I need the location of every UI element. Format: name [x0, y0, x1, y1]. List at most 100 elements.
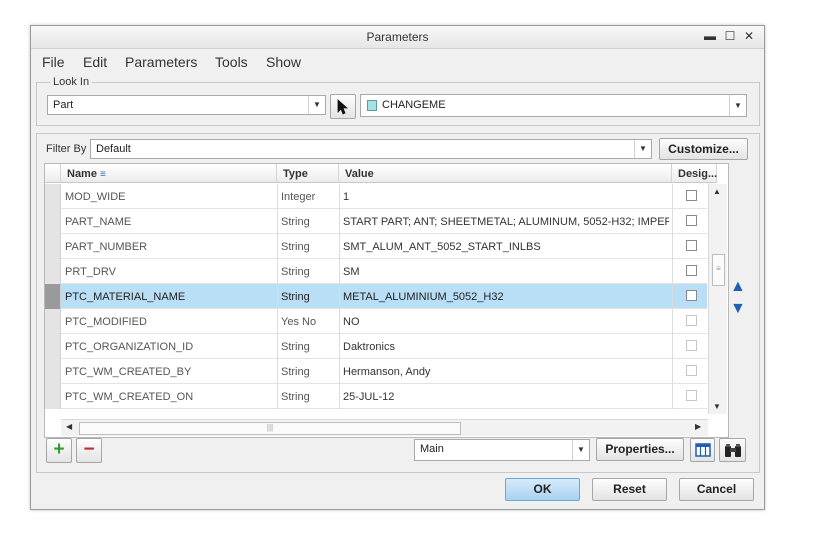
menu-file[interactable]: File: [42, 54, 65, 70]
scroll-thumb[interactable]: ≡: [712, 254, 725, 286]
cell-value[interactable]: 1: [343, 191, 669, 203]
cell-name[interactable]: PART_NUMBER: [65, 241, 273, 253]
reset-button[interactable]: Reset: [592, 478, 667, 501]
cell-divider: [277, 209, 278, 234]
scroll-down-icon[interactable]: ▼: [713, 402, 721, 411]
cell-value[interactable]: SMT_ALUM_ANT_5052_START_INLBS: [343, 241, 669, 253]
title-bar[interactable]: Parameters ▬ ☐ ✕: [31, 26, 764, 49]
cell-type[interactable]: Yes No: [281, 316, 337, 328]
table-row[interactable]: PTC_MATERIAL_NAME String METAL_ALUMINIUM_5…: [45, 284, 707, 309]
menu-edit[interactable]: Edit: [83, 54, 107, 70]
row-header[interactable]: [45, 309, 61, 334]
cell-name[interactable]: PTC_MATERIAL_NAME: [65, 291, 273, 303]
designate-checkbox: [686, 365, 697, 376]
column-header-designate[interactable]: Desig...: [672, 164, 717, 183]
row-header[interactable]: [45, 184, 61, 209]
table-row[interactable]: PRT_DRV String SM: [45, 259, 707, 284]
ok-button[interactable]: OK: [505, 478, 580, 501]
close-button[interactable]: ✕: [742, 29, 756, 43]
table-row[interactable]: PART_NAME String START PART; ANT; SHEETMET…: [45, 209, 707, 234]
cell-type[interactable]: String: [281, 391, 337, 403]
cell-name[interactable]: PART_NAME: [65, 216, 273, 228]
row-header[interactable]: [45, 284, 61, 309]
table-row[interactable]: PTC_WM_CREATED_ON String 25-JUL-12: [45, 384, 707, 409]
scroll-right-icon[interactable]: ▶: [695, 422, 701, 431]
cell-type[interactable]: String: [281, 291, 337, 303]
designate-checkbox[interactable]: [686, 190, 697, 201]
chevron-down-icon: ▼: [634, 140, 651, 158]
minimize-button[interactable]: ▬: [703, 29, 717, 43]
filter-by-label: Filter By: [46, 143, 87, 155]
designate-checkbox: [686, 340, 697, 351]
designate-checkbox[interactable]: [686, 290, 697, 301]
filter-combo[interactable]: Default ▼: [90, 139, 652, 159]
scroll-up-icon[interactable]: ▲: [713, 187, 721, 196]
row-header[interactable]: [45, 234, 61, 259]
cancel-button[interactable]: Cancel: [679, 478, 754, 501]
add-parameter-button[interactable]: +: [46, 438, 72, 463]
look-in-type-combo[interactable]: Part ▼: [47, 95, 326, 115]
cell-type[interactable]: String: [281, 341, 337, 353]
horizontal-scrollbar[interactable]: ◀ ||| ▶: [61, 419, 708, 436]
cell-value[interactable]: Hermanson, Andy: [343, 366, 669, 378]
column-header-name[interactable]: Name ≡: [61, 164, 277, 183]
row-header[interactable]: [45, 259, 61, 284]
cell-name[interactable]: PTC_ORGANIZATION_ID: [65, 341, 273, 353]
row-header[interactable]: [45, 334, 61, 359]
cell-divider: [339, 209, 340, 234]
look-in-legend: Look In: [50, 76, 93, 88]
cell-value[interactable]: METAL_ALUMINIUM_5052_H32: [343, 291, 669, 303]
select-pointer-button[interactable]: [330, 94, 356, 119]
row-header[interactable]: [45, 209, 61, 234]
scroll-left-icon[interactable]: ◀: [66, 422, 72, 431]
look-in-object-combo[interactable]: CHANGEME ▼: [360, 94, 747, 117]
cell-divider: [277, 284, 278, 309]
menu-tools[interactable]: Tools: [215, 54, 248, 70]
column-header-value[interactable]: Value: [339, 164, 672, 183]
designate-checkbox[interactable]: [686, 240, 697, 251]
find-button[interactable]: [719, 438, 746, 462]
table-row[interactable]: PTC_WM_CREATED_BY String Hermanson, Andy: [45, 359, 707, 384]
cell-type[interactable]: String: [281, 241, 337, 253]
cell-name[interactable]: PTC_WM_CREATED_BY: [65, 366, 273, 378]
cell-name[interactable]: MOD_WIDE: [65, 191, 273, 203]
menu-show[interactable]: Show: [266, 54, 301, 70]
cell-type[interactable]: String: [281, 366, 337, 378]
header-corner: [45, 164, 61, 183]
cell-name[interactable]: PTC_MODIFIED: [65, 316, 273, 328]
scroll-thumb-horizontal[interactable]: |||: [79, 422, 461, 435]
cell-value[interactable]: START PART; ANT; SHEETMETAL; ALUMINUM, 5…: [343, 216, 669, 228]
properties-button[interactable]: Properties...: [596, 438, 684, 461]
cell-name[interactable]: PTC_WM_CREATED_ON: [65, 391, 273, 403]
table-row[interactable]: PART_NUMBER String SMT_ALUM_ANT_5052_START…: [45, 234, 707, 259]
maximize-button[interactable]: ☐: [723, 29, 737, 43]
customize-button[interactable]: Customize...: [659, 138, 748, 160]
table-row[interactable]: PTC_ORGANIZATION_ID String Daktronics: [45, 334, 707, 359]
designate-checkbox[interactable]: [686, 215, 697, 226]
designate-checkbox[interactable]: [686, 265, 697, 276]
cell-name[interactable]: PRT_DRV: [65, 266, 273, 278]
cell-value[interactable]: NO: [343, 316, 669, 328]
parameters-table: Name ≡ Type Value Desig... MOD_WIDE Integ…: [44, 163, 729, 438]
cell-type[interactable]: Integer: [281, 191, 337, 203]
vertical-scrollbar[interactable]: ▲ ≡ ▼: [708, 184, 727, 414]
cell-value[interactable]: SM: [343, 266, 669, 278]
scope-combo[interactable]: Main ▼: [414, 439, 590, 461]
table-columns-button[interactable]: [690, 438, 715, 462]
table-row[interactable]: PTC_MODIFIED Yes No NO: [45, 309, 707, 334]
move-up-arrow-icon[interactable]: ▲: [730, 278, 746, 296]
column-header-type[interactable]: Type: [277, 164, 339, 183]
move-down-arrow-icon[interactable]: ▼: [730, 300, 746, 318]
menu-parameters[interactable]: Parameters: [125, 54, 197, 70]
cell-type[interactable]: String: [281, 216, 337, 228]
table-row[interactable]: MOD_WIDE Integer 1: [45, 184, 707, 209]
chevron-down-icon: ▼: [308, 96, 325, 114]
cell-type[interactable]: String: [281, 266, 337, 278]
row-header[interactable]: [45, 359, 61, 384]
cell-divider: [672, 359, 673, 384]
row-header[interactable]: [45, 384, 61, 409]
remove-parameter-button[interactable]: −: [76, 438, 102, 463]
cell-value[interactable]: 25-JUL-12: [343, 391, 669, 403]
cell-divider: [339, 334, 340, 359]
cell-value[interactable]: Daktronics: [343, 341, 669, 353]
